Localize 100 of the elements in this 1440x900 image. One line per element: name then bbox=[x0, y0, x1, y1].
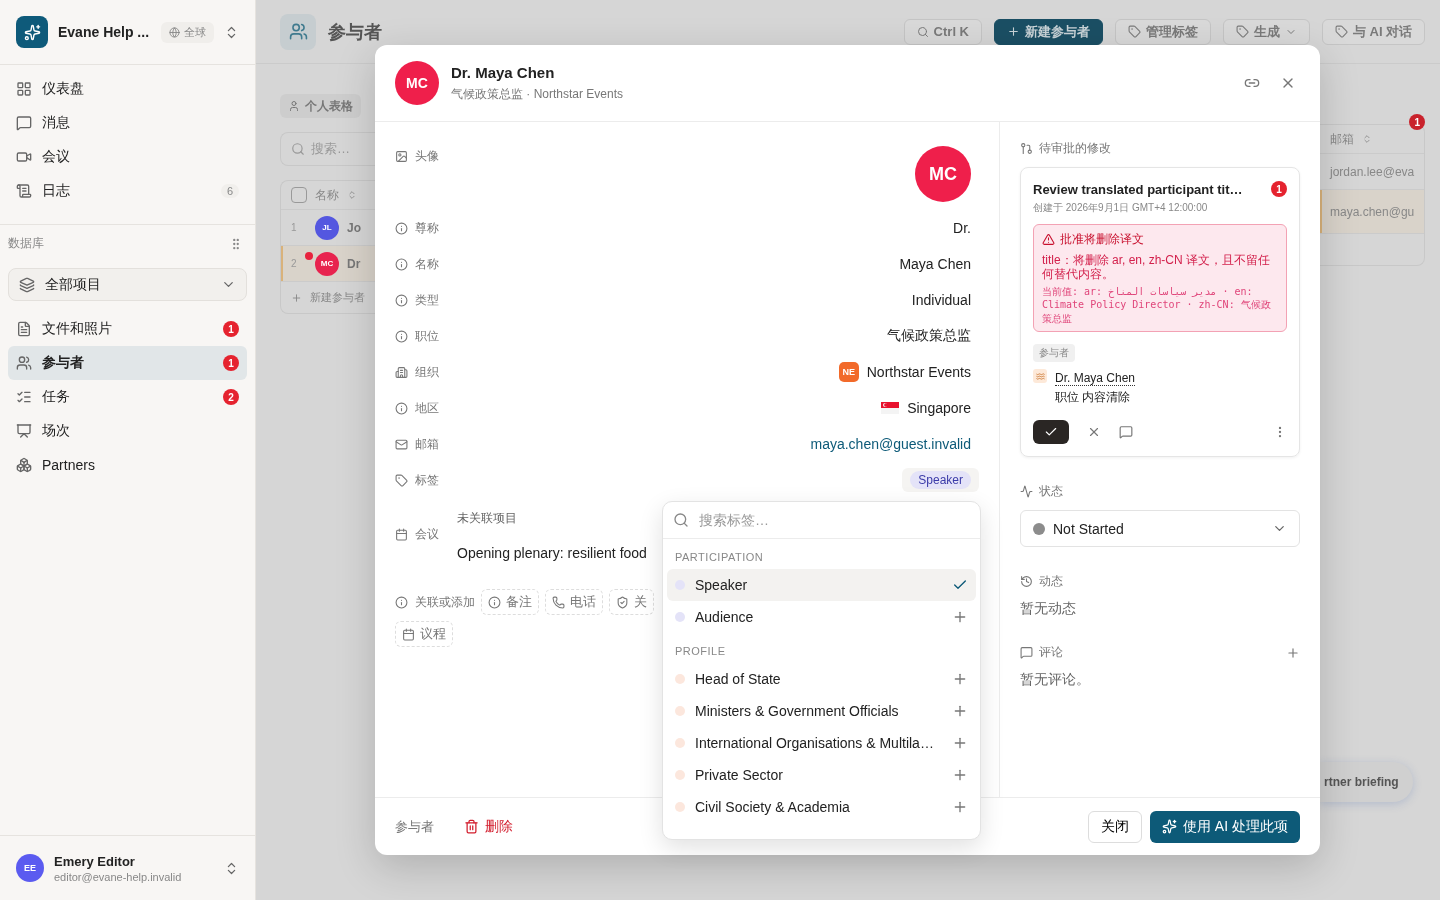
tag-chip: Speaker bbox=[910, 471, 971, 489]
comment-icon bbox=[1020, 646, 1033, 660]
nav-item[interactable]: 任务 2 bbox=[8, 380, 247, 414]
tag-option-label: Civil Society & Academia bbox=[695, 799, 851, 815]
nav-item[interactable]: 参与者 1 bbox=[8, 346, 247, 380]
tag-option[interactable]: Private Sector bbox=[667, 759, 976, 791]
scope-label: 全球 bbox=[184, 24, 206, 40]
section-label: 评论 bbox=[1039, 644, 1064, 662]
tag-option[interactable]: Audience bbox=[667, 601, 976, 633]
add-chip[interactable]: 备注 bbox=[481, 589, 539, 615]
view-label: 个人表格 bbox=[305, 97, 353, 115]
add-chip[interactable]: 电话 bbox=[545, 589, 603, 615]
mail-icon bbox=[395, 437, 408, 451]
tag-option[interactable]: Speaker bbox=[667, 569, 976, 601]
table-row[interactable]: 2 MC Dr bbox=[281, 245, 375, 281]
presentation-icon bbox=[16, 423, 32, 439]
merge-icon bbox=[1020, 142, 1033, 155]
add-chip[interactable]: 议程 bbox=[395, 621, 453, 647]
tag-option-label: Private Sector bbox=[695, 767, 784, 783]
nav-item[interactable]: 会议 bbox=[8, 140, 247, 174]
created-date: 创建于 2026年9月1日 GMT+4 12:00:00 bbox=[1033, 201, 1209, 215]
field-value: Northstar Events bbox=[866, 364, 971, 380]
nav-label: Partners bbox=[42, 457, 96, 473]
tag-option[interactable]: Head of State bbox=[667, 663, 976, 695]
calendar-icon bbox=[395, 528, 408, 541]
change-text: 职位 内容清除 bbox=[1055, 389, 1132, 407]
comment-icon[interactable] bbox=[1119, 425, 1133, 440]
status-select[interactable]: Not Started bbox=[1020, 510, 1300, 548]
field-label-text: 名称 bbox=[415, 255, 439, 273]
page-title: 参与者 bbox=[328, 20, 383, 44]
field-label-text: 邮箱 bbox=[415, 435, 439, 453]
message-icon bbox=[16, 115, 32, 131]
calendar-icon bbox=[402, 627, 415, 641]
warning-title: 批准将删除译文 bbox=[1060, 231, 1144, 248]
tag-option[interactable]: Ministers & Government Officials bbox=[667, 695, 976, 727]
info-icon bbox=[395, 329, 408, 343]
user-email: editor@evane-help.invalid bbox=[54, 870, 183, 883]
plus-icon[interactable] bbox=[1286, 645, 1300, 660]
user-menu[interactable]: EE Emery Editor editor@evane-help.invalid bbox=[0, 835, 255, 900]
group-heading: PROFILE bbox=[674, 644, 727, 659]
field-label-text: 关联或添加 bbox=[415, 593, 475, 611]
add-chip[interactable]: 关 bbox=[609, 589, 654, 615]
nav-label: 会议 bbox=[42, 148, 71, 166]
section-label: 待审批的修改 bbox=[1039, 140, 1111, 157]
count-badge: 1 bbox=[223, 355, 239, 371]
entity-link[interactable]: Dr. Maya Chen bbox=[1055, 371, 1136, 387]
nav-item[interactable]: 日志 6 bbox=[8, 174, 247, 208]
plus-icon bbox=[952, 671, 968, 687]
users-icon bbox=[280, 13, 316, 50]
table-cell: maya.chen@gu bbox=[1330, 204, 1415, 219]
plus-icon bbox=[1007, 25, 1020, 38]
plus-icon bbox=[952, 609, 968, 625]
tag-search-field[interactable]: 搜索标签… bbox=[697, 511, 970, 529]
field-label-text: 地区 bbox=[415, 399, 439, 417]
close-button[interactable]: 关闭 bbox=[1088, 810, 1142, 843]
checklist-icon bbox=[16, 389, 32, 405]
tag-option-label: Head of State bbox=[695, 671, 782, 687]
row-avatar: MC bbox=[315, 251, 339, 276]
field-label-text: 组织 bbox=[415, 363, 439, 381]
count-badge: 6 bbox=[220, 184, 239, 198]
image-icon bbox=[395, 150, 408, 163]
user-icon bbox=[288, 100, 300, 112]
new-button[interactable]: 新建参与者 bbox=[994, 18, 1103, 45]
row-name: Dr bbox=[347, 256, 361, 271]
count-badge: 2 bbox=[223, 389, 239, 405]
tag-option-label: International Organisations & Multila… bbox=[695, 735, 935, 751]
floating-button[interactable]: rtner briefing bbox=[1320, 762, 1413, 802]
boxes-icon bbox=[16, 457, 32, 473]
nav-item[interactable]: 仪表盘 bbox=[8, 72, 247, 106]
nav-item[interactable]: Partners bbox=[8, 448, 247, 482]
field-value: Dr. bbox=[953, 220, 971, 236]
tag-option[interactable]: Civil Society & Academia bbox=[667, 791, 976, 823]
section-label: 数据库 bbox=[8, 235, 44, 252]
scope-select[interactable]: 全部项目 bbox=[8, 268, 247, 301]
nav-item[interactable]: 场次 bbox=[8, 414, 247, 448]
ai-button[interactable]: 使用 AI 处理此项 bbox=[1150, 810, 1300, 843]
nav-item[interactable]: 消息 bbox=[8, 106, 247, 140]
nav-label: 任务 bbox=[42, 388, 71, 406]
empty-text: 暂无评论。 bbox=[1020, 671, 1091, 690]
row-number: 2 bbox=[291, 258, 298, 269]
field-label-text: 头像 bbox=[415, 148, 439, 165]
field-value: Singapore bbox=[907, 400, 971, 416]
plus-icon bbox=[291, 291, 302, 304]
column-header: 邮箱 bbox=[1330, 130, 1354, 148]
warning-icon bbox=[1042, 233, 1055, 246]
dialog-subtitle: 气候政策总监 · Northstar Events bbox=[451, 85, 625, 103]
scroll-icon bbox=[16, 183, 32, 199]
user-name: Emery Editor bbox=[54, 853, 136, 869]
approve-button[interactable] bbox=[1033, 420, 1069, 445]
section-label: 状态 bbox=[1039, 483, 1063, 501]
users-icon bbox=[16, 355, 32, 371]
section-label: 动态 bbox=[1039, 573, 1063, 591]
email-link[interactable]: maya.chen@guest.invalid bbox=[810, 436, 971, 452]
delete-button[interactable]: 删除 bbox=[458, 816, 519, 837]
nav-item[interactable]: 文件和照片 1 bbox=[8, 312, 247, 346]
logo-icon bbox=[16, 16, 48, 48]
field-value: Maya Chen bbox=[899, 256, 971, 272]
tags-field[interactable]: Speaker bbox=[902, 468, 979, 492]
tag-option[interactable]: International Organisations & Multila… bbox=[667, 727, 976, 759]
checkbox[interactable] bbox=[291, 187, 307, 203]
